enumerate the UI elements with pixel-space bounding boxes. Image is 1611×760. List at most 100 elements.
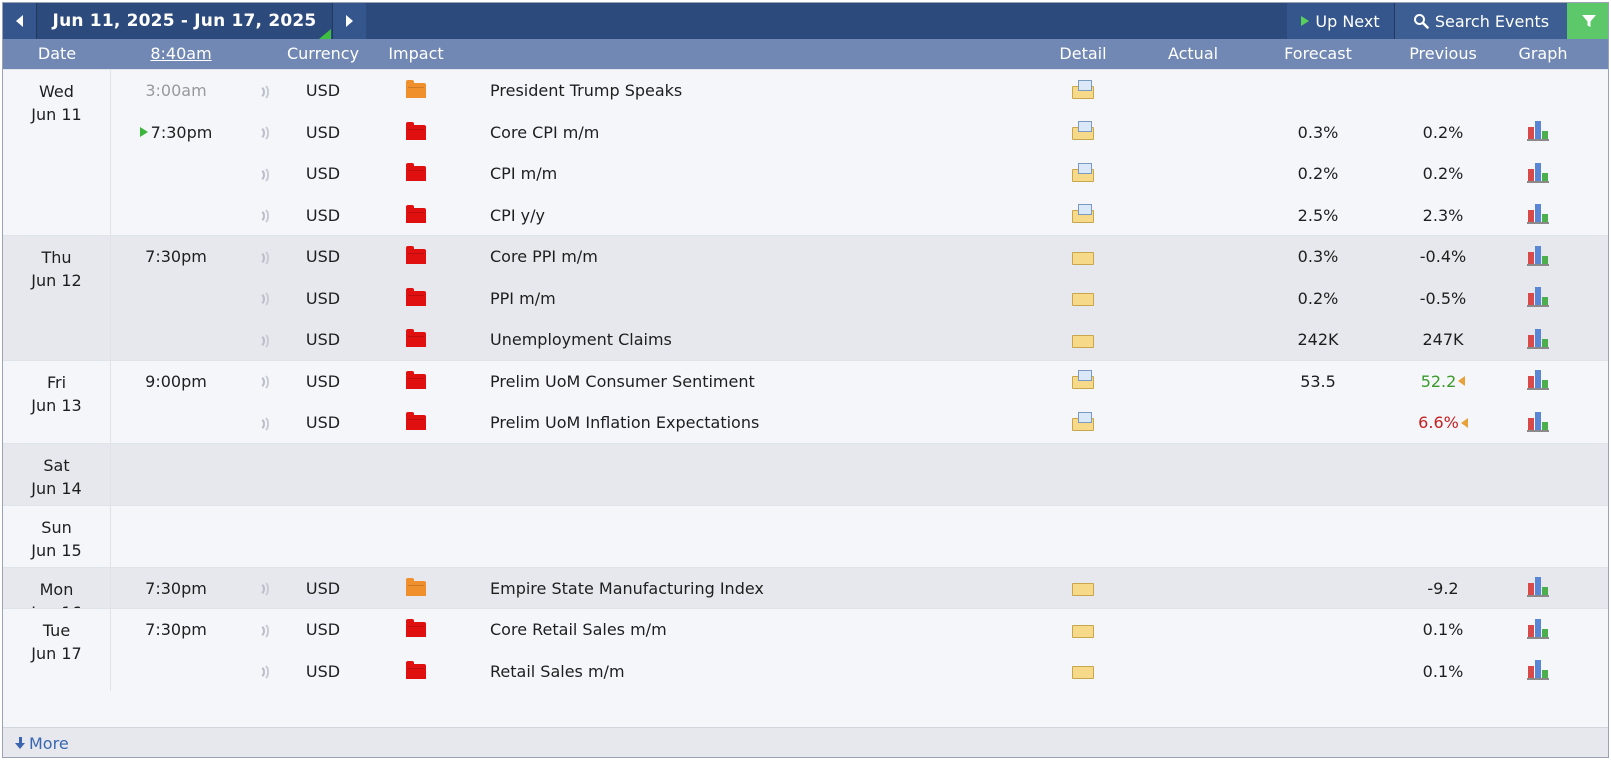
graph-cell[interactable] xyxy=(1513,651,1563,693)
detail-cell[interactable] xyxy=(1058,361,1108,403)
impact-cell xyxy=(393,568,439,610)
event-title-cell[interactable]: President Trump Speaks xyxy=(490,70,1050,112)
event-title-cell[interactable]: Retail Sales m/m xyxy=(490,651,1050,693)
sound-alert-cell[interactable] xyxy=(253,609,273,651)
event-row[interactable]: 7:30pm USD Empire State Manufacturing Inde… xyxy=(3,568,1608,610)
detail-folder-icon xyxy=(1072,370,1094,390)
date-cell: Sat Jun 14 xyxy=(3,443,111,505)
date-range-label[interactable]: Jun 11, 2025 - Jun 17, 2025 xyxy=(37,3,332,39)
detail-cell[interactable] xyxy=(1058,195,1108,237)
event-row[interactable]: 9:00pm USD Prelim UoM Consumer Sentiment 53… xyxy=(3,361,1608,403)
sound-alert-cell[interactable] xyxy=(253,70,273,112)
filter-button[interactable] xyxy=(1567,3,1608,39)
impact-cell xyxy=(393,112,439,154)
time-cell: 3:00am xyxy=(111,70,241,112)
detail-cell[interactable] xyxy=(1058,319,1108,361)
sound-icon xyxy=(257,82,269,101)
detail-folder-icon xyxy=(1072,249,1094,265)
sound-alert-cell[interactable] xyxy=(253,402,273,444)
impact-cell xyxy=(393,402,439,444)
event-title-cell[interactable]: Empire State Manufacturing Index xyxy=(490,568,1050,610)
graph-cell[interactable] xyxy=(1513,319,1563,361)
sound-icon xyxy=(257,621,269,640)
sound-alert-cell[interactable] xyxy=(253,568,273,610)
forecast-cell: 0.3% xyxy=(1273,112,1363,154)
previous-cell: 0.1% xyxy=(1398,651,1488,693)
detail-cell[interactable] xyxy=(1058,153,1108,195)
impact-high-icon xyxy=(406,246,426,265)
bar-chart-icon xyxy=(1527,204,1549,225)
event-row[interactable]: USD Prelim UoM Inflation Expectations 6.6% xyxy=(3,402,1608,444)
bar-chart-icon xyxy=(1527,287,1549,308)
graph-cell[interactable] xyxy=(1513,609,1563,651)
search-events-label: Search Events xyxy=(1434,11,1550,31)
event-row[interactable]: 7:30pm USD Core Retail Sales m/m 0.1% xyxy=(3,609,1608,651)
graph-cell[interactable] xyxy=(1513,361,1563,403)
event-title-cell[interactable]: CPI m/m xyxy=(490,153,1050,195)
event-row[interactable]: USD CPI m/m 0.2% 0.2% xyxy=(3,153,1608,195)
detail-cell[interactable] xyxy=(1058,651,1108,693)
detail-cell[interactable] xyxy=(1058,70,1108,112)
graph-cell[interactable] xyxy=(1513,568,1563,610)
event-title-cell[interactable]: Prelim UoM Consumer Sentiment xyxy=(490,361,1050,403)
event-title-cell[interactable]: Core PPI m/m xyxy=(490,236,1050,278)
arrow-left-icon xyxy=(16,15,23,27)
actual-cell xyxy=(1153,319,1233,361)
event-title-cell[interactable]: PPI m/m xyxy=(490,278,1050,320)
event-title-cell[interactable]: Core CPI m/m xyxy=(490,112,1050,154)
currency-code: USD xyxy=(305,81,341,101)
graph-cell[interactable] xyxy=(1513,278,1563,320)
search-events-button[interactable]: Search Events xyxy=(1394,3,1567,39)
currency-code: USD xyxy=(305,413,341,433)
event-row[interactable]: 7:30pm USD Core PPI m/m 0.3% -0.4% xyxy=(3,236,1608,278)
sound-alert-cell[interactable] xyxy=(253,236,273,278)
graph-cell[interactable] xyxy=(1513,402,1563,444)
event-title-cell[interactable]: Unemployment Claims xyxy=(490,319,1050,361)
currency-cell: USD xyxy=(288,402,358,444)
sound-alert-cell[interactable] xyxy=(253,361,273,403)
graph-cell[interactable] xyxy=(1513,195,1563,237)
forecast-cell: 2.5% xyxy=(1273,195,1363,237)
event-row[interactable]: USD Unemployment Claims 242K 247K xyxy=(3,319,1608,361)
detail-cell[interactable] xyxy=(1058,568,1108,610)
impact-cell xyxy=(393,278,439,320)
event-title-cell[interactable]: Prelim UoM Inflation Expectations xyxy=(490,402,1050,444)
currency-cell: USD xyxy=(288,361,358,403)
up-next-button[interactable]: Up Next xyxy=(1287,3,1394,39)
graph-cell[interactable] xyxy=(1513,153,1563,195)
time-cell: 9:00pm xyxy=(111,361,241,403)
event-title-cell[interactable]: Core Retail Sales m/m xyxy=(490,609,1050,651)
sound-alert-cell[interactable] xyxy=(253,112,273,154)
sound-alert-cell[interactable] xyxy=(253,651,273,693)
detail-cell[interactable] xyxy=(1058,112,1108,154)
event-row[interactable]: USD CPI y/y 2.5% 2.3% xyxy=(3,195,1608,237)
time-cell: 7:30pm xyxy=(111,236,241,278)
event-row[interactable]: USD PPI m/m 0.2% -0.5% xyxy=(3,278,1608,320)
event-time: 7:30pm xyxy=(145,247,207,267)
detail-cell[interactable] xyxy=(1058,278,1108,320)
event-row[interactable]: 7:30pm USD Core CPI m/m 0.3% 0.2% xyxy=(3,112,1608,154)
sound-alert-cell[interactable] xyxy=(253,278,273,320)
header-graph: Graph xyxy=(1518,44,1568,63)
detail-cell[interactable] xyxy=(1058,236,1108,278)
event-title-cell[interactable]: CPI y/y xyxy=(490,195,1050,237)
sound-alert-cell[interactable] xyxy=(253,319,273,361)
next-week-button[interactable] xyxy=(319,3,366,39)
event-row[interactable]: USD Retail Sales m/m 0.1% xyxy=(3,651,1608,693)
previous-week-button[interactable] xyxy=(3,3,37,39)
sound-alert-cell[interactable] xyxy=(253,195,273,237)
previous-cell: -0.5% xyxy=(1398,278,1488,320)
graph-cell[interactable] xyxy=(1513,236,1563,278)
graph-cell[interactable] xyxy=(1513,112,1563,154)
header-current-time[interactable]: 8:40am xyxy=(121,39,241,69)
bar-chart-icon xyxy=(1527,370,1549,391)
more-link[interactable]: More xyxy=(15,728,69,757)
sound-alert-cell[interactable] xyxy=(253,153,273,195)
event-row[interactable]: 3:00am USD President Trump Speaks xyxy=(3,70,1608,112)
top-bar: Jun 11, 2025 - Jun 17, 2025 Up Next Sear… xyxy=(3,3,1608,39)
detail-cell[interactable] xyxy=(1058,609,1108,651)
forecast-cell: 0.3% xyxy=(1273,236,1363,278)
impact-high-icon xyxy=(406,163,426,182)
day-group: MonJun 167:30pmUSDEmpire State Manufactu… xyxy=(3,566,1608,622)
detail-cell[interactable] xyxy=(1058,402,1108,444)
